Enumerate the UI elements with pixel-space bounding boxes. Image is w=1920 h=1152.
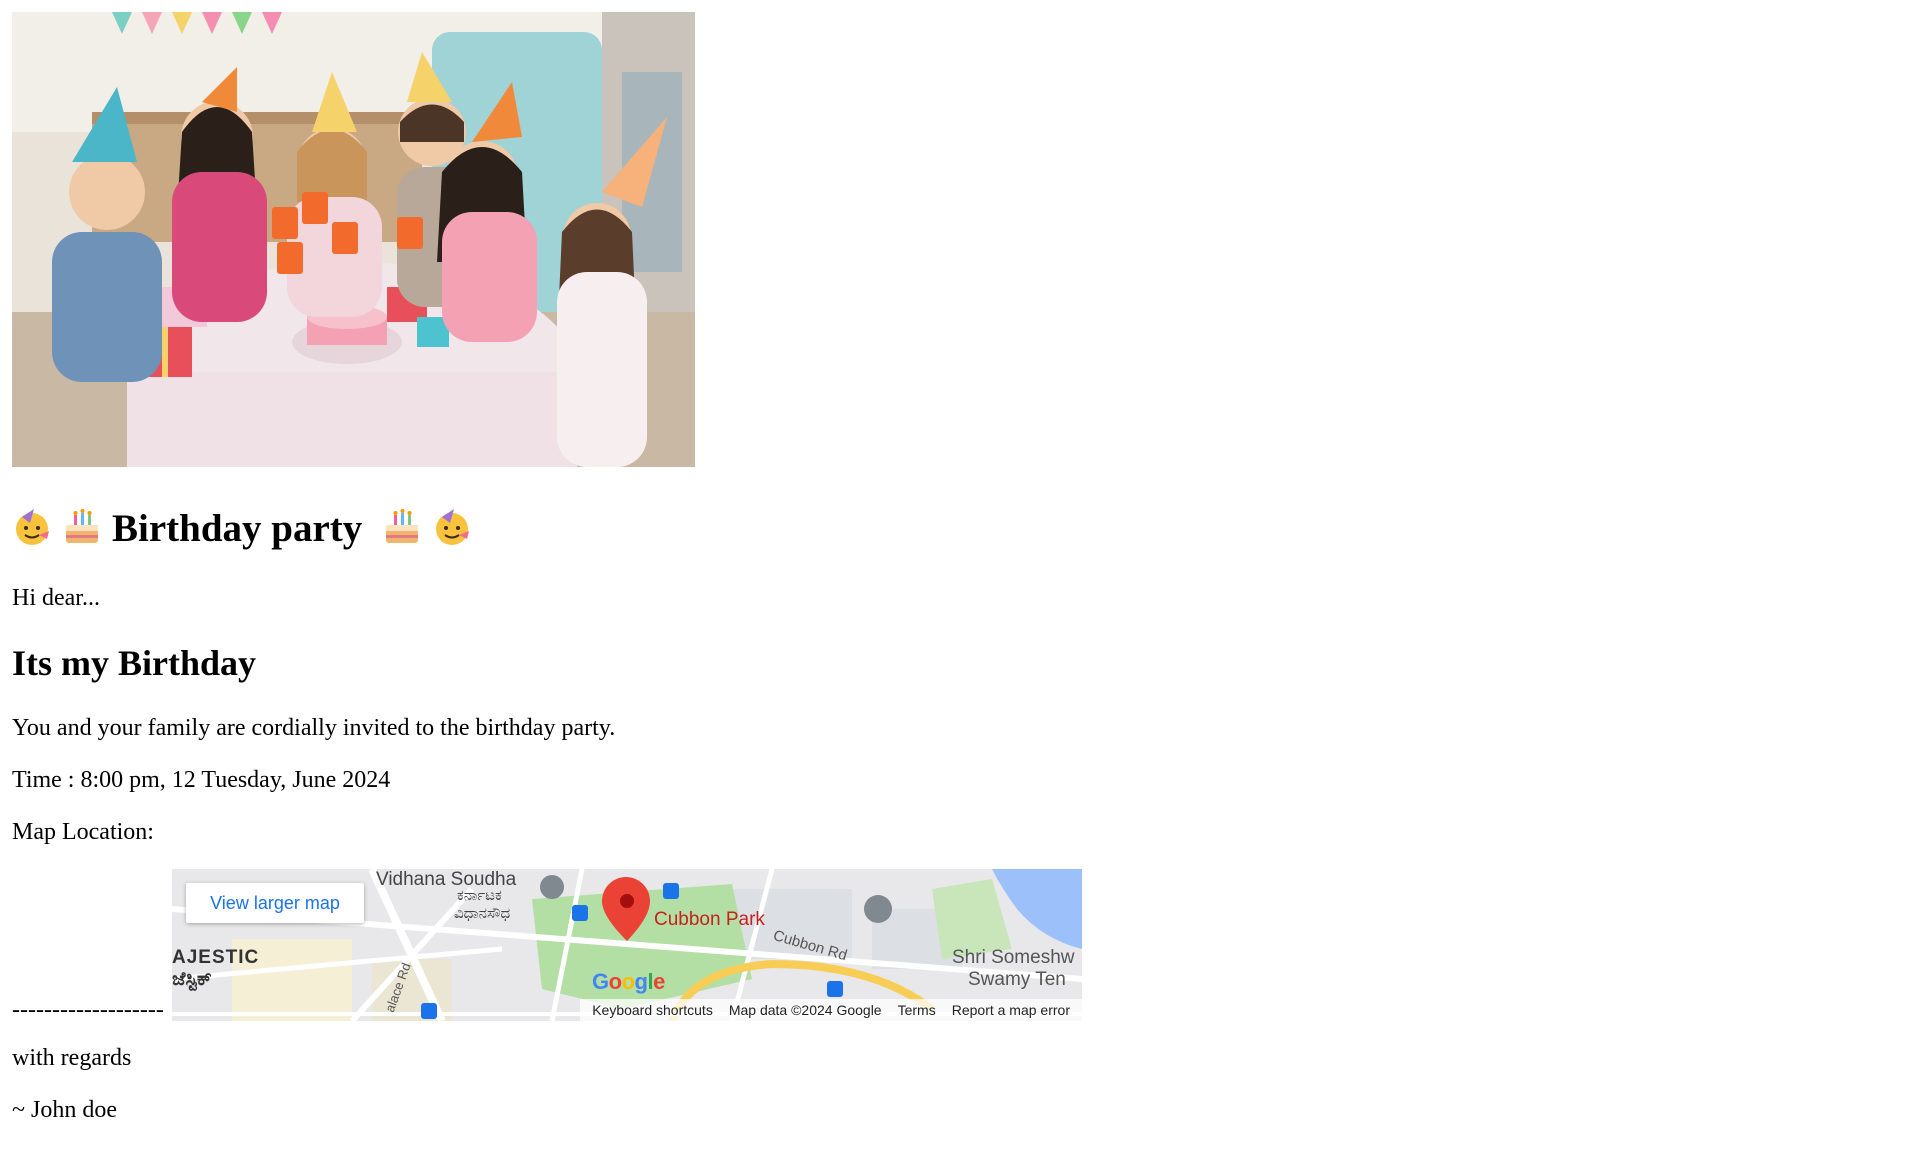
keyboard-shortcuts-link[interactable]: Keyboard shortcuts xyxy=(592,1002,713,1018)
map-label-shri1: Shri Someshw xyxy=(952,947,1075,968)
birthday-cake-icon xyxy=(382,507,422,547)
page-title: Birthday party xyxy=(12,504,482,554)
map-label-vidhana-kn1: ಕರ್ನಾಟಕ xyxy=(457,887,502,904)
report-map-error-link[interactable]: Report a map error xyxy=(952,1002,1070,1018)
party-face-icon xyxy=(12,507,52,547)
view-larger-map-link[interactable]: View larger map xyxy=(186,883,364,923)
map-location-label: Map Location: xyxy=(12,819,154,845)
invitation-text: You and your family are cordially invite… xyxy=(12,715,616,741)
map-row: ------------------- View larger map Vidh… xyxy=(12,869,1082,1023)
map-label-shri2: Swamy Ten xyxy=(968,969,1066,990)
map-footer: Keyboard shortcuts Map data ©2024 Google… xyxy=(580,999,1082,1021)
terms-link[interactable]: Terms xyxy=(898,1002,936,1018)
party-face-icon xyxy=(432,507,472,547)
map-label-majestic-kn: ಜೆಸ್ಟಿಕ್ xyxy=(172,969,212,990)
embedded-map[interactable]: View larger map Vidhana Soudha ಕರ್ನಾಟಕ ವ… xyxy=(172,869,1082,1021)
google-logo: Google xyxy=(592,969,665,994)
birthday-cake-icon xyxy=(62,507,102,547)
party-photo xyxy=(12,12,695,467)
headline: Its my Birthday xyxy=(12,643,257,683)
map-place-name[interactable]: Cubbon Park xyxy=(654,909,765,931)
title-text: Birthday party xyxy=(112,507,363,550)
closing-text: with regards xyxy=(12,1045,132,1071)
signature-text: ~ John doe xyxy=(12,1097,117,1123)
map-label-majestic: AJESTIC xyxy=(172,947,260,968)
separator-dashes: ------------------- xyxy=(12,997,164,1023)
time-text: Time : 8:00 pm, 12 Tuesday, June 2024 xyxy=(12,767,391,793)
map-label-vidhana-kn2: ವಿಧಾನಸೌಧ xyxy=(454,905,511,922)
map-data-text: Map data ©2024 Google xyxy=(728,1002,882,1018)
invitation-page: Birthday party Hi dear... Its my Birthda… xyxy=(0,0,1920,1152)
greeting-text: Hi dear... xyxy=(12,585,100,611)
